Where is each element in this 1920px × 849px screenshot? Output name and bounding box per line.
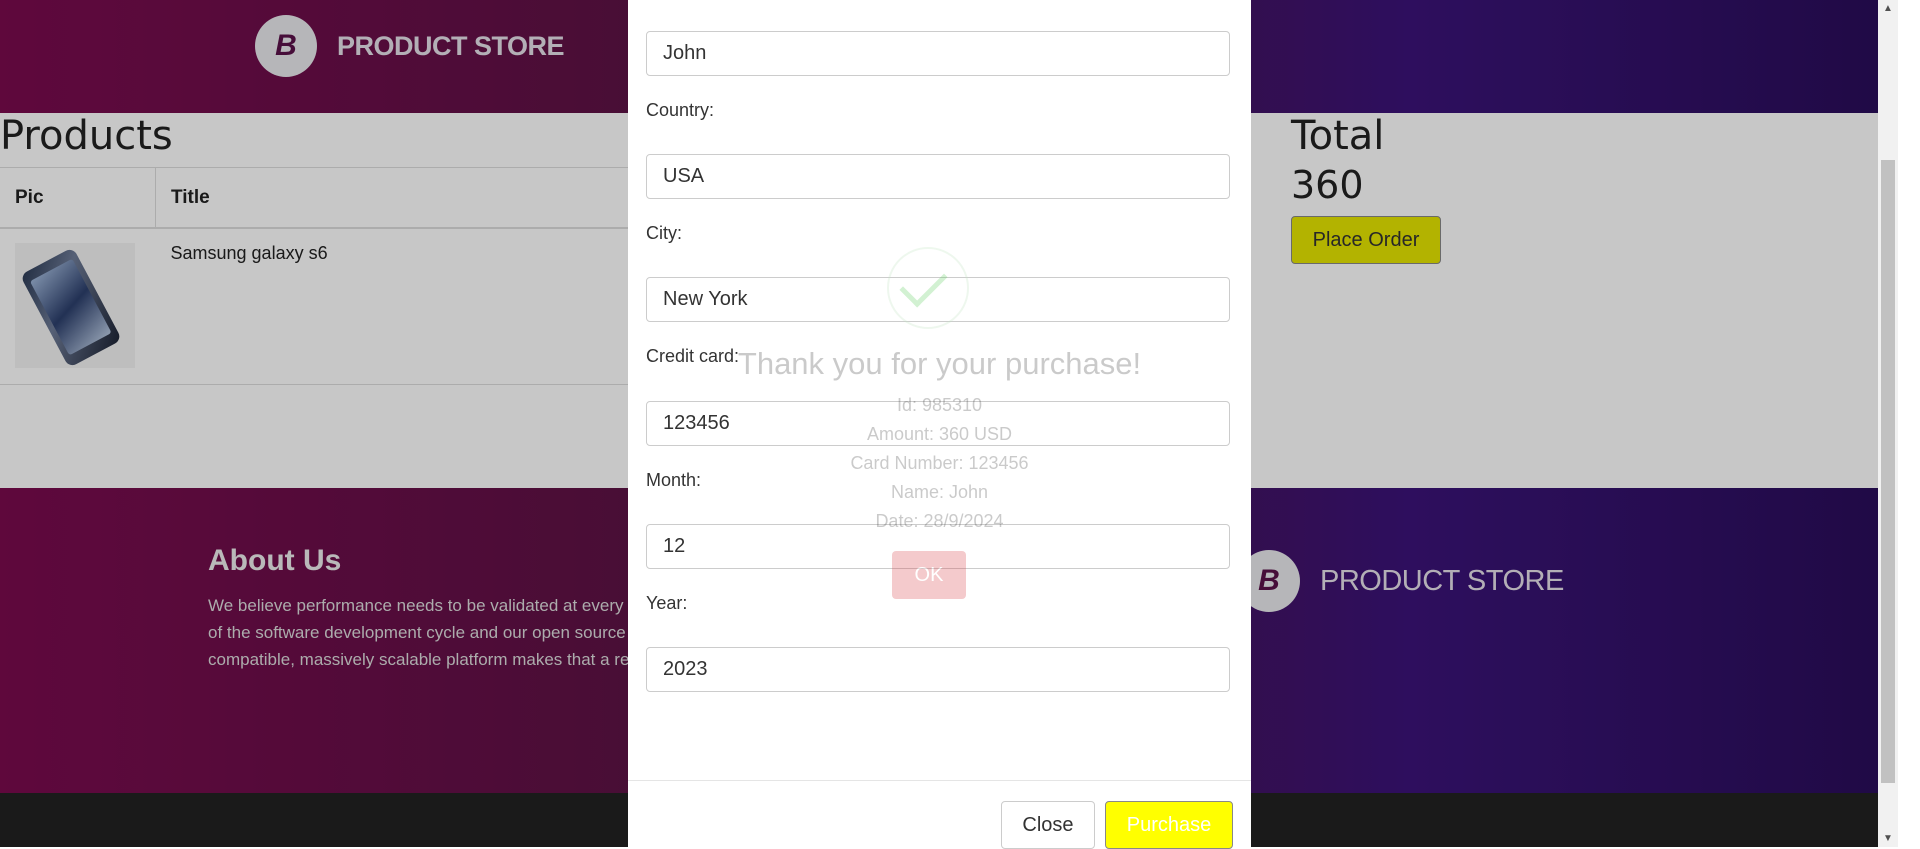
vertical-scrollbar[interactable]: ▲ ▼ — [1878, 0, 1898, 847]
country-field[interactable]: USA — [646, 154, 1230, 199]
country-label: Country: — [646, 100, 715, 120]
scroll-up-arrow-icon[interactable]: ▲ — [1878, 0, 1898, 17]
name-field[interactable]: John — [646, 31, 1230, 76]
year-field[interactable]: 2023 — [646, 647, 1230, 692]
scrollbar-thumb[interactable] — [1881, 160, 1895, 783]
month-label: Month: — [646, 470, 702, 490]
close-button[interactable]: Close — [1001, 801, 1095, 849]
month-field[interactable]: 12 — [646, 524, 1230, 569]
city-field[interactable]: New York — [646, 277, 1230, 322]
scroll-down-arrow-icon[interactable]: ▼ — [1878, 830, 1898, 847]
card-label: Credit card: — [646, 346, 740, 366]
year-label: Year: — [646, 593, 688, 613]
city-label: City: — [646, 223, 682, 243]
purchase-button[interactable]: Purchase — [1105, 801, 1233, 849]
modal-footer: Close Purchase — [628, 780, 1251, 849]
place-order-modal: John Country: USA City: New York Credit … — [628, 0, 1251, 849]
card-field[interactable]: 123456 — [646, 401, 1230, 446]
